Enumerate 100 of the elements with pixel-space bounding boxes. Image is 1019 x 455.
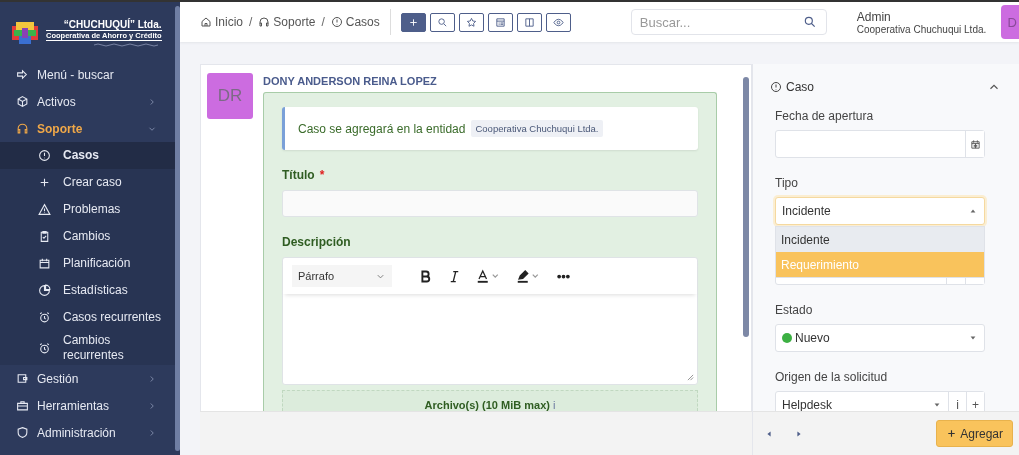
add-button[interactable] <box>400 12 426 32</box>
arrow-right-icon <box>16 68 29 81</box>
next-icon[interactable] <box>795 429 803 438</box>
shield-icon <box>16 426 29 439</box>
group-label: Herramientas <box>37 398 111 413</box>
file-drop-zone[interactable]: Archivo(s) (10 MiB max) i <box>282 390 698 411</box>
favorite-button[interactable] <box>458 12 484 32</box>
description-editor[interactable]: Párrafo <box>282 257 698 385</box>
item-label: Casos <box>63 148 100 163</box>
search-field[interactable]: Buscar... <box>630 9 827 35</box>
sidebar-group[interactable]: Administración <box>0 419 175 446</box>
brand-name: “CHUCHUQUÍ” Ltda. <box>63 19 162 30</box>
attachments-label: Archivo(s) (10 MiB max) <box>424 399 550 411</box>
item-label: Problemas <box>63 202 121 217</box>
search-icon <box>436 16 448 28</box>
resize-grip-icon[interactable] <box>687 374 694 381</box>
headset-icon <box>258 16 271 28</box>
sidebar-item[interactable]: Problemas <box>0 196 175 223</box>
previous-icon[interactable] <box>765 429 773 438</box>
author-avatar: DR <box>207 73 253 119</box>
alert-icon <box>38 149 51 162</box>
info-icon[interactable]: i <box>552 399 556 411</box>
wallet-icon <box>16 372 29 385</box>
search-icon <box>802 15 817 29</box>
calendar-icon <box>969 138 981 150</box>
caret-down-icon <box>969 334 977 342</box>
sidebar-item[interactable]: Casos recurrentes <box>0 304 175 331</box>
breadcrumb-link[interactable]: Inicio <box>200 15 243 29</box>
layout-icon <box>494 16 506 28</box>
alarm-clock-icon <box>38 311 51 324</box>
field-label: Estado <box>775 303 814 317</box>
author-name: DONY ANDERSON REINA LOPEZ <box>263 74 438 87</box>
logo-drawing <box>10 20 40 46</box>
title-input[interactable] <box>282 190 698 217</box>
group-label: Activos <box>37 94 77 109</box>
breadcrumb-link[interactable]: Soporte <box>258 15 316 29</box>
menu-search-link[interactable]: Menú - buscar <box>0 61 175 88</box>
status-select[interactable]: Nuevo <box>775 324 985 352</box>
plus-icon <box>407 16 419 28</box>
group-label: Administración <box>37 425 117 440</box>
breadcrumb-separator: / <box>321 15 325 29</box>
sidebar-group[interactable]: Soporte <box>0 115 175 142</box>
sidebar-scrollbar[interactable] <box>175 6 180 451</box>
sidebar-group[interactable]: Gestión <box>0 365 175 392</box>
item-label: Cambios <box>63 229 111 244</box>
headset-icon <box>16 122 29 135</box>
breadcrumb-link[interactable]: Casos <box>330 15 380 29</box>
block-format-dropdown[interactable]: Párrafo <box>292 265 392 287</box>
eye-icon <box>552 16 564 28</box>
group-label: Soporte <box>37 121 84 136</box>
sidebar-item[interactable]: Planificación <box>0 250 175 277</box>
view-button[interactable] <box>545 12 571 32</box>
title-label: Título <box>282 168 315 182</box>
sidebar-item[interactable]: Cambios <box>0 223 175 250</box>
split-view-button[interactable] <box>516 12 542 32</box>
pie-chart-icon <box>38 284 51 297</box>
field-label: Tipo <box>775 176 799 190</box>
sidebar-group[interactable]: Herramientas <box>0 392 175 419</box>
sidebar-group[interactable]: Activos <box>0 88 175 115</box>
date-field[interactable] <box>775 130 985 158</box>
home-icon <box>200 16 212 28</box>
user-entity: Cooperativa Chuchuqui Ltda. <box>856 23 987 35</box>
required-asterisk: * <box>319 168 325 182</box>
sidebar-item[interactable]: Cambios recurrentes <box>0 331 175 365</box>
field-label: Origen de la solicitud <box>775 370 889 384</box>
menu-label: Menú - buscar <box>37 67 114 82</box>
source-select[interactable]: Helpdesk i + <box>775 391 985 411</box>
alert-icon <box>770 81 782 93</box>
description-label: Descripción <box>282 235 351 249</box>
warning-icon <box>38 203 51 216</box>
bold-icon[interactable] <box>418 268 433 284</box>
type-select[interactable]: Incidente <box>775 197 985 225</box>
search-button[interactable] <box>429 12 455 32</box>
columns-icon <box>523 16 535 28</box>
add-option-button[interactable]: + <box>966 392 984 411</box>
field-label: Fecha de apertura <box>775 109 875 123</box>
caret-down-icon <box>933 401 941 409</box>
add-button[interactable]: Agregar <box>936 420 1013 447</box>
user-name: Admin <box>856 9 892 24</box>
cube-icon <box>16 95 29 108</box>
dropdown-option[interactable]: Incidente <box>776 227 984 252</box>
layout-button[interactable] <box>487 12 513 32</box>
panel-title: Caso <box>786 80 815 94</box>
sidebar-item[interactable]: Estadísticas <box>0 277 175 304</box>
sidebar-item[interactable]: Casos <box>0 142 175 169</box>
notice-text: Caso se agregará en la entidad <box>298 121 466 136</box>
item-label: Planificación <box>63 256 131 271</box>
item-label: Crear caso <box>63 175 122 190</box>
item-label: Casos recurrentes <box>63 310 162 325</box>
entity-badge: Cooperativa Chuchuqui Ltda. <box>471 120 603 137</box>
sidebar-item[interactable]: Crear caso <box>0 169 175 196</box>
item-label: Cambios recurrentes <box>63 333 125 363</box>
alert-icon <box>330 16 343 28</box>
plus-icon <box>946 428 958 439</box>
briefcase-icon <box>16 399 29 412</box>
clipboard-icon <box>38 230 51 243</box>
group-label: Gestión <box>37 371 80 386</box>
breadcrumb-separator: / <box>249 15 253 29</box>
star-icon <box>465 16 477 28</box>
caret-up-icon <box>969 207 977 215</box>
